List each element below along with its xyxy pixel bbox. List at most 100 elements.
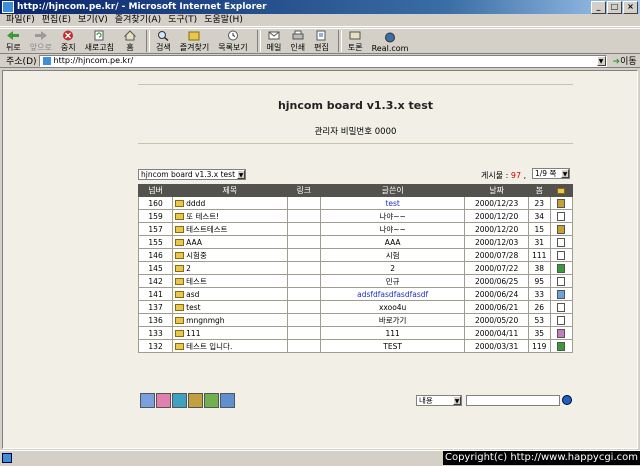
file-icon[interactable] xyxy=(557,263,566,273)
post-file xyxy=(549,235,574,249)
post-author: 나야~~ xyxy=(319,222,466,236)
chevron-down-icon: ▼ xyxy=(453,396,461,405)
post-subject[interactable]: 또 테스트! xyxy=(172,209,288,223)
table-row: 159 또 테스트! 나야~~ 2000/12/20 34 xyxy=(137,209,574,223)
address-label: 주소(D) xyxy=(6,57,37,67)
folder-icon xyxy=(175,252,185,259)
file-icon[interactable] xyxy=(557,328,566,338)
post-file xyxy=(549,248,574,262)
board-select[interactable]: hjncom board v1.3.x test ▼ xyxy=(138,169,246,180)
status-bar: Copyright(c) http://www.happycgi.com xyxy=(0,450,640,466)
menu-view[interactable]: 보기(V) xyxy=(78,14,108,26)
list-icon[interactable] xyxy=(188,393,203,408)
post-subject[interactable]: 테스트테스트 xyxy=(172,222,288,236)
post-link xyxy=(286,287,321,301)
page-select[interactable]: 1/9 쪽 ▼ xyxy=(532,168,570,179)
post-num: 136 xyxy=(137,313,174,327)
post-link xyxy=(286,274,321,288)
file-icon[interactable] xyxy=(557,224,566,234)
address-dropdown-icon[interactable]: ▼ xyxy=(596,55,606,66)
mail-button[interactable]: 메일 xyxy=(267,29,281,53)
menu-favorites[interactable]: 즐겨찾기(A) xyxy=(115,14,161,26)
post-num: 145 xyxy=(137,261,174,275)
menu-edit[interactable]: 편집(E) xyxy=(42,14,71,26)
toolbar-separator xyxy=(337,30,342,52)
col-date: 날짜 xyxy=(464,184,529,197)
post-link xyxy=(286,209,321,223)
post-subject[interactable]: asd xyxy=(172,287,288,301)
post-file xyxy=(549,326,574,340)
table-row: 133 111 111 2000/04/11 35 xyxy=(137,326,574,340)
post-subject[interactable]: mngnmgh xyxy=(172,313,288,327)
post-date: 2000/07/28 xyxy=(464,248,529,262)
toolbar-separator xyxy=(256,30,261,52)
forward-button[interactable]: 앞으로 xyxy=(30,29,52,53)
file-icon[interactable] xyxy=(557,237,566,247)
post-subject[interactable]: 테스트 xyxy=(172,274,288,288)
file-icon[interactable] xyxy=(557,250,566,260)
post-link xyxy=(286,326,321,340)
discuss-button[interactable]: 토론 xyxy=(348,29,363,53)
file-icon[interactable] xyxy=(557,302,566,312)
close-button[interactable]: × xyxy=(623,1,638,14)
history-button[interactable]: 목록보기 xyxy=(218,29,248,53)
admin-password-text: 관리자 비밀번호 0000 xyxy=(314,127,397,137)
post-subject[interactable]: 111 xyxy=(172,326,288,340)
post-subject[interactable]: AAA xyxy=(172,235,288,249)
home-button[interactable]: 홈 xyxy=(123,29,137,53)
page-content: hjncom board v1.3.x test 관리자 비밀번호 0000 h… xyxy=(2,70,638,449)
post-date: 2000/12/03 xyxy=(464,235,529,249)
menu-file[interactable]: 파일(F) xyxy=(6,14,35,26)
search-button[interactable]: 검색 xyxy=(156,29,171,53)
stop-button[interactable]: 중지 xyxy=(61,29,76,53)
folder-icon xyxy=(175,304,185,311)
file-icon[interactable] xyxy=(557,289,566,299)
file-icon[interactable] xyxy=(557,211,566,221)
post-file xyxy=(549,261,574,275)
file-icon[interactable] xyxy=(557,198,566,208)
file-icon[interactable] xyxy=(557,276,566,286)
post-views: 33 xyxy=(527,287,551,301)
prev-page-icon[interactable] xyxy=(172,393,187,408)
realcom-button[interactable]: Real.com xyxy=(372,29,408,53)
post-subject[interactable]: 테스트 입니다. xyxy=(172,339,288,353)
go-button[interactable]: ➜이동 xyxy=(613,54,637,67)
next-page-icon[interactable] xyxy=(220,393,235,408)
next-list-icon[interactable] xyxy=(204,393,219,408)
post-file xyxy=(549,313,574,327)
address-input[interactable]: http://hjncom.pe.kr/ ▼ xyxy=(38,54,607,67)
table-row: 136 mngnmgh 바로가기 2000/05/20 53 xyxy=(137,313,574,327)
write-icon[interactable] xyxy=(140,393,155,408)
search-input[interactable] xyxy=(466,395,560,406)
menu-tools[interactable]: 도구(T) xyxy=(168,14,197,26)
folder-icon xyxy=(175,330,185,337)
file-icon[interactable] xyxy=(557,341,566,351)
print-button[interactable]: 인쇄 xyxy=(290,29,305,53)
file-icon[interactable] xyxy=(557,315,566,325)
search-field-select[interactable]: 내용 ▼ xyxy=(416,395,462,406)
post-author: 나야~~ xyxy=(319,209,466,223)
edit-button[interactable]: 편집 xyxy=(314,29,329,53)
home-icon[interactable] xyxy=(156,393,171,408)
post-date: 2000/06/25 xyxy=(464,274,529,288)
chevron-down-icon: ▼ xyxy=(561,169,569,178)
maximize-button[interactable]: □ xyxy=(607,1,622,14)
post-num: 137 xyxy=(137,300,174,314)
post-date: 2000/07/22 xyxy=(464,261,529,275)
back-button[interactable]: 뒤로 xyxy=(6,29,21,53)
search-icon[interactable] xyxy=(562,395,572,405)
favorites-button[interactable]: 즐겨찾기 xyxy=(180,29,209,53)
post-date: 2000/04/11 xyxy=(464,326,529,340)
table-row: 142 테스트 민규 2000/06/25 95 xyxy=(137,274,574,288)
post-subject[interactable]: test xyxy=(172,300,288,314)
menu-help[interactable]: 도움말(H) xyxy=(204,14,243,26)
table-row: 146 시험중 시험 2000/07/28 111 xyxy=(137,248,574,262)
refresh-button[interactable]: 새로고침 xyxy=(85,29,114,53)
post-date: 2000/06/21 xyxy=(464,300,529,314)
post-subject[interactable]: 2 xyxy=(172,261,288,275)
divider xyxy=(138,143,573,144)
post-subject[interactable]: dddd xyxy=(172,196,288,210)
post-num: 157 xyxy=(137,222,174,236)
post-subject[interactable]: 시험중 xyxy=(172,248,288,262)
minimize-button[interactable]: _ xyxy=(591,1,606,14)
